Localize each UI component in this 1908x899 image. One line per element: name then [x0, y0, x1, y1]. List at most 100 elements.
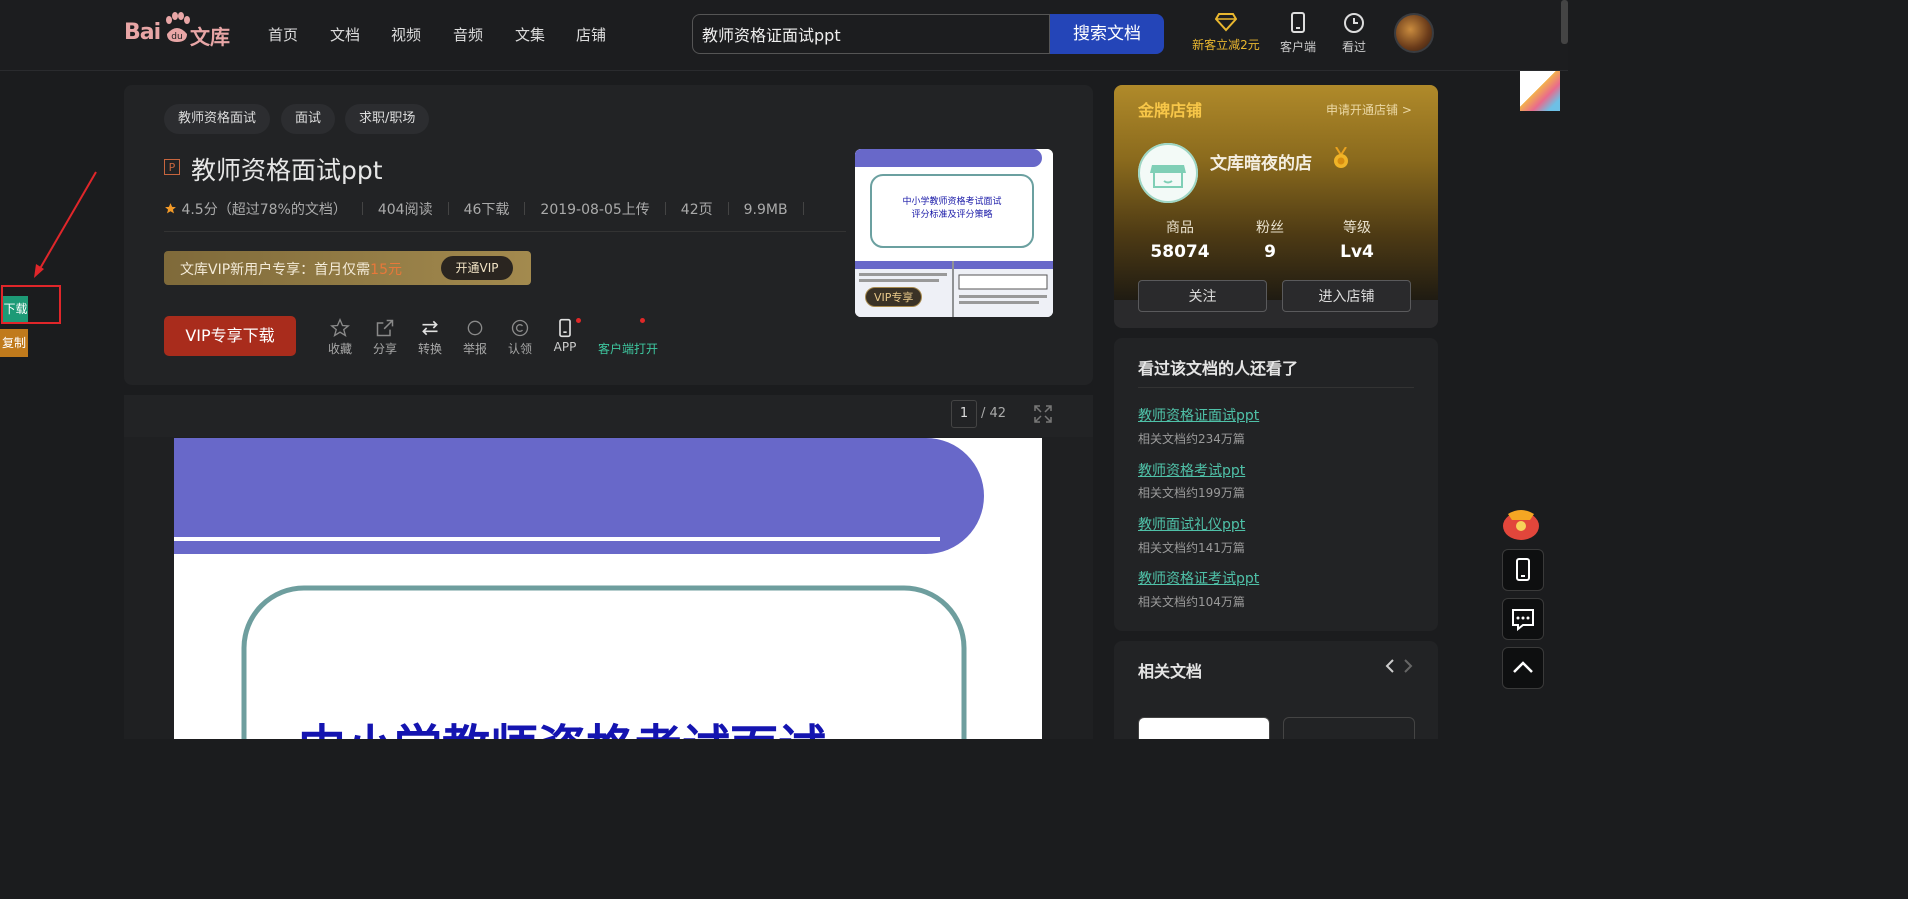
page-number-input[interactable]: 1	[951, 400, 977, 428]
mobile-app-button[interactable]	[1502, 549, 1544, 591]
related-docs-card: 相关文档	[1114, 641, 1438, 739]
corner-promo-icon[interactable]	[1520, 71, 1560, 111]
phone-icon	[559, 318, 571, 338]
app-action[interactable]: APP	[545, 318, 585, 354]
document-meta: 4.5分（超过78%的文档） 404阅读 46下载 2019-08-05上传 42页 9.…	[164, 199, 819, 219]
tag-teacher-interview[interactable]: 教师资格面试	[164, 104, 271, 134]
favorite-action[interactable]: 收藏	[320, 318, 360, 357]
follow-shop-button[interactable]: 关注	[1138, 280, 1267, 312]
convert-action[interactable]: 转换	[410, 318, 450, 357]
chevron-up-icon	[1513, 661, 1533, 673]
gold-shop-card: 金牌店铺 申请开通店铺 > 文库暗夜的店 商品 粉丝 等级 58074 9 Lv…	[1114, 85, 1438, 328]
also-viewed-divider	[1138, 387, 1414, 388]
nav-audio[interactable]: 音频	[453, 24, 483, 45]
nav-home[interactable]: 首页	[268, 24, 298, 45]
nav-video[interactable]: 视频	[391, 24, 421, 45]
chevron-right-icon[interactable]	[1402, 658, 1414, 674]
shop-name[interactable]: 文库暗夜的店	[1210, 149, 1312, 174]
search-button[interactable]: 搜索文档	[1050, 14, 1164, 54]
logo-text-du: du	[171, 32, 182, 42]
search-box	[692, 14, 1050, 54]
left-copy-button[interactable]: 复制	[0, 329, 28, 357]
related-link[interactable]: 教师资格考试ppt	[1138, 460, 1245, 480]
nav-shops[interactable]: 店铺	[576, 24, 606, 45]
logo-text-bai: Bai	[124, 20, 161, 45]
slide-title: 中小学教师资格考试面试	[298, 708, 826, 739]
history-entry[interactable]: 看过	[1338, 12, 1370, 55]
related-link[interactable]: 教师面试礼仪ppt	[1138, 514, 1245, 534]
promo-label: 新客立减2元	[1192, 38, 1260, 52]
client-open-link[interactable]: 客户端打开	[598, 340, 658, 357]
client-label: 客户端	[1279, 40, 1316, 54]
share-label: 分享	[372, 342, 397, 356]
search-input[interactable]	[702, 23, 1032, 45]
red-arrow-icon	[34, 171, 97, 278]
page-total: / 42	[981, 406, 1007, 421]
share-action[interactable]: 分享	[365, 318, 405, 357]
vip-download-button[interactable]: VIP专享下载	[164, 316, 296, 356]
back-to-top-button[interactable]	[1502, 647, 1544, 689]
meta-divider	[164, 231, 846, 232]
page-count: 42页	[680, 202, 713, 218]
shop-products-label: 商品	[1166, 220, 1194, 236]
client-red-dot	[640, 318, 645, 323]
app-label: APP	[553, 340, 577, 354]
shop-storefront-icon	[1138, 143, 1198, 203]
app-red-dot	[576, 318, 581, 323]
open-vip-button[interactable]: 开通VIP	[441, 256, 513, 280]
report-label: 举报	[462, 342, 487, 356]
star-outline-icon	[330, 318, 350, 337]
download-count: 46下载	[463, 202, 510, 218]
clock-icon	[1344, 13, 1364, 33]
page-scrollbar[interactable]	[1561, 0, 1568, 44]
thumb-title-line2: 评分标准及评分策略	[911, 208, 992, 220]
promo-entry[interactable]: 新客立减2元	[1190, 12, 1262, 53]
claim-action[interactable]: 认领	[500, 318, 540, 357]
also-viewed-title: 看过该文档的人还看了	[1138, 359, 1299, 378]
related-link[interactable]: 教师资格证面试ppt	[1138, 405, 1259, 425]
red-envelope-icon[interactable]	[1500, 504, 1542, 542]
feedback-button[interactable]	[1502, 598, 1544, 640]
related-docs-title: 相关文档	[1138, 662, 1203, 681]
related-link[interactable]: 教师资格证考试ppt	[1138, 568, 1259, 588]
favorite-label: 收藏	[327, 342, 352, 356]
apply-shop-link[interactable]: 申请开通店铺 >	[1326, 101, 1412, 118]
related-doc-thumbnail[interactable]	[1138, 717, 1270, 739]
vip-promo-banner[interactable]: 文库VIP新用户专享：首月仅需15元 开通VIP	[164, 251, 531, 285]
related-doc-thumbnail[interactable]	[1283, 717, 1415, 739]
tag-interview[interactable]: 面试	[281, 104, 336, 134]
read-count: 404阅读	[377, 202, 433, 218]
star-icon	[165, 203, 176, 214]
user-avatar[interactable]	[1394, 13, 1434, 53]
enter-shop-button[interactable]: 进入店铺	[1282, 280, 1411, 312]
document-thumbnail[interactable]: 中小学教师资格考试面试 评分标准及评分策略 VIP专享	[855, 149, 1053, 317]
gold-shop-label: 金牌店铺	[1138, 101, 1203, 120]
rating-text: 4.5分（超过78%的文档）	[181, 202, 347, 218]
logo-text-wenku: 文库	[190, 25, 230, 49]
related-count: 相关文档约141万篇	[1138, 541, 1245, 555]
chevron-left-icon[interactable]	[1384, 658, 1396, 674]
shop-level-label: 等级	[1343, 220, 1371, 236]
vip-banner-message: 文库VIP新用户专享：首月仅需	[180, 262, 371, 278]
share-icon	[376, 319, 394, 337]
fullscreen-icon[interactable]	[1034, 405, 1052, 423]
file-size: 9.9MB	[743, 202, 788, 218]
phone-icon	[1291, 12, 1305, 33]
slide-graphic	[174, 438, 984, 739]
copyright-icon	[511, 319, 529, 337]
report-action[interactable]: 举报	[455, 318, 495, 357]
baidu-wenku-logo[interactable]: Bai du 文库	[124, 12, 234, 52]
document-title: 教师资格面试ppt	[191, 156, 383, 185]
vip-banner-text: 文库VIP新用户专享：首月仅需15元	[180, 259, 402, 279]
tag-jobs[interactable]: 求职/职场	[345, 104, 430, 134]
convert-label: 转换	[417, 342, 442, 356]
chat-icon	[1512, 609, 1534, 632]
vip-exclusive-badge: VIP专享	[865, 287, 923, 307]
shop-products-value: 58074	[1150, 242, 1210, 262]
client-entry[interactable]: 客户端	[1276, 12, 1320, 55]
nav-docs[interactable]: 文档	[330, 24, 360, 45]
shop-avatar[interactable]	[1138, 143, 1198, 203]
shop-fans-label: 粉丝	[1256, 220, 1284, 236]
nav-collections[interactable]: 文集	[515, 24, 545, 45]
also-viewed-card: 看过该文档的人还看了 教师资格证面试ppt 相关文档约234万篇 教师资格考试p…	[1114, 338, 1438, 631]
